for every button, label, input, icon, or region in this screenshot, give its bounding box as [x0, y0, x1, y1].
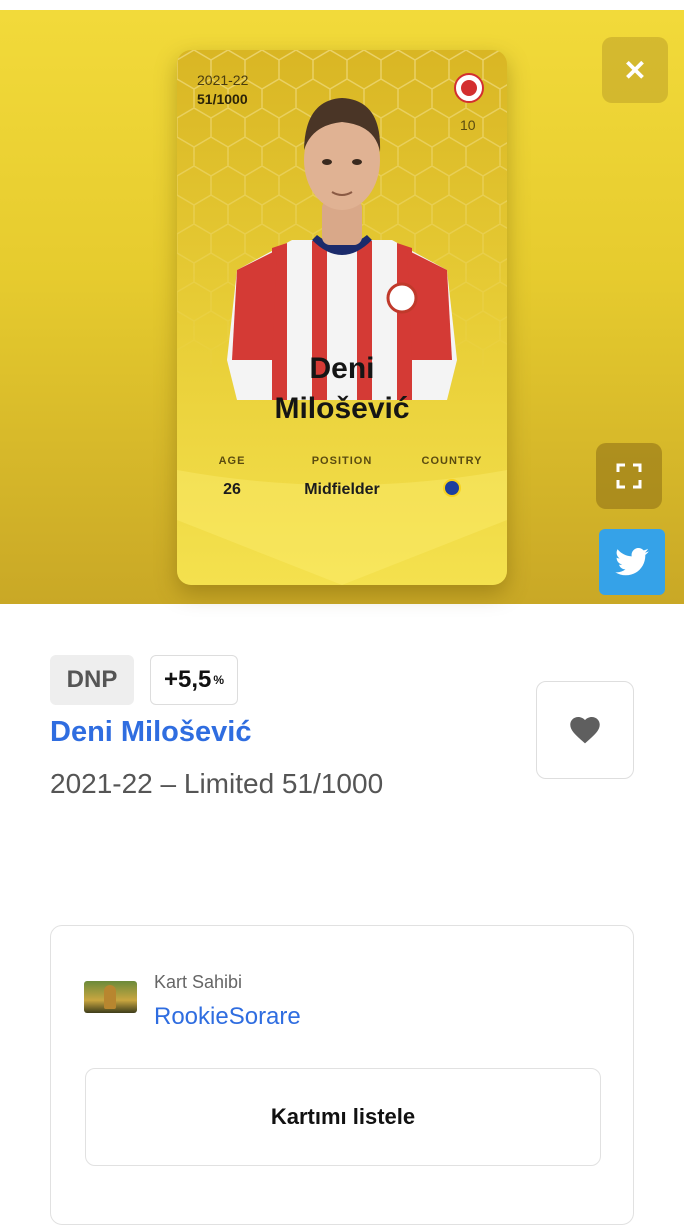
top-divider — [0, 0, 684, 10]
close-icon: ✕ — [623, 54, 647, 86]
list-card-button[interactable]: Kartımı listele — [85, 1068, 601, 1166]
stat-position-label: POSITION — [311, 455, 373, 467]
owner-panel: Kart Sahibi RookieSorare Kartımı listele — [50, 925, 634, 1225]
bonus-value: +5,5 — [163, 666, 212, 693]
twitter-icon — [615, 548, 649, 576]
owner-avatar[interactable] — [84, 981, 137, 1013]
stat-position-value: Midfielder — [304, 481, 380, 498]
card-first-name: Deni — [309, 352, 375, 385]
card-hero: 2021-22 51/1000 10 Deni Milošević AGE 26… — [0, 10, 684, 604]
bonus-badge: +5,5% — [150, 655, 238, 705]
bonus-unit: % — [213, 673, 225, 687]
owner-label: Kart Sahibi — [154, 972, 243, 992]
fullscreen-icon — [616, 463, 642, 489]
stat-position: POSITION Midfielder — [287, 455, 397, 499]
player-card[interactable]: 2021-22 51/1000 10 Deni Milošević AGE 26… — [177, 50, 507, 585]
twitter-share-button[interactable] — [599, 529, 665, 595]
country-flag-icon — [443, 479, 461, 497]
card-edition: 2021-22 – Limited 51/1000 — [50, 768, 384, 799]
status-badge: DNP — [50, 655, 134, 705]
player-name-link[interactable]: Deni Milošević — [50, 716, 251, 749]
favorite-button[interactable] — [536, 681, 634, 779]
stat-age-label: AGE — [218, 455, 246, 467]
stat-country: COUNTRY — [397, 455, 507, 502]
owner-username-link[interactable]: RookieSorare — [154, 1003, 301, 1031]
stat-country-label: COUNTRY — [421, 455, 483, 467]
card-last-name: Milošević — [274, 392, 410, 425]
fullscreen-button[interactable] — [596, 443, 662, 509]
player-photo — [227, 98, 457, 400]
stat-age-value: 26 — [223, 481, 241, 498]
stat-age: AGE 26 — [177, 455, 287, 499]
heart-icon — [570, 716, 600, 743]
close-button[interactable]: ✕ — [602, 37, 668, 103]
